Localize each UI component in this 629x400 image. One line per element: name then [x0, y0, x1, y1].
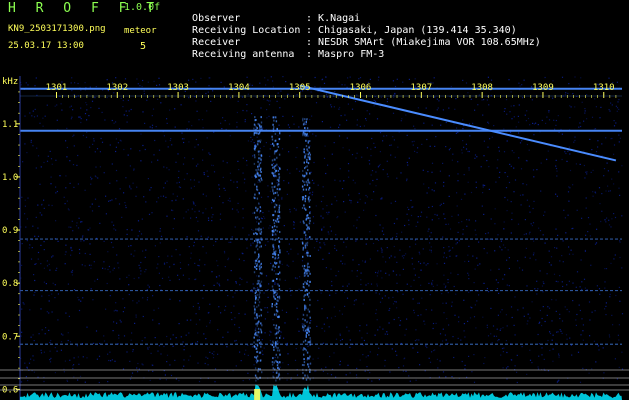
x-tick-label: 1302 — [106, 83, 128, 93]
y-unit-label: kHz — [2, 77, 18, 87]
spectrogram: 1301 1302 1303 1304 1305 1306 1307 1308 1309 1310… — [0, 76, 629, 400]
y-tick-label: 0.7 — [2, 332, 18, 342]
x-tick-label: 1306 — [350, 83, 372, 93]
x-tick-label: 1304 — [228, 83, 250, 93]
x-tick-label: 1305 — [289, 83, 311, 93]
x-tick-label: 1309 — [532, 83, 554, 93]
y-tick-label: 0.9 — [2, 226, 18, 236]
meteor-echo — [301, 117, 312, 381]
x-tick-label: 1308 — [471, 83, 493, 93]
x-tick-label: 1307 — [410, 83, 432, 93]
y-tick-label: 1.1 — [2, 120, 18, 130]
spectrum-trace — [20, 384, 622, 400]
x-tick-label: 1310 — [593, 83, 615, 93]
noise-field — [20, 76, 624, 384]
x-tick-label: 1303 — [167, 83, 189, 93]
x-tick-label: 1301 — [46, 83, 68, 93]
y-tick-label: 0.8 — [2, 279, 18, 289]
y-tick-label: 1.0 — [2, 173, 18, 183]
meteor-echo — [253, 116, 263, 382]
peak-marker — [254, 389, 261, 400]
